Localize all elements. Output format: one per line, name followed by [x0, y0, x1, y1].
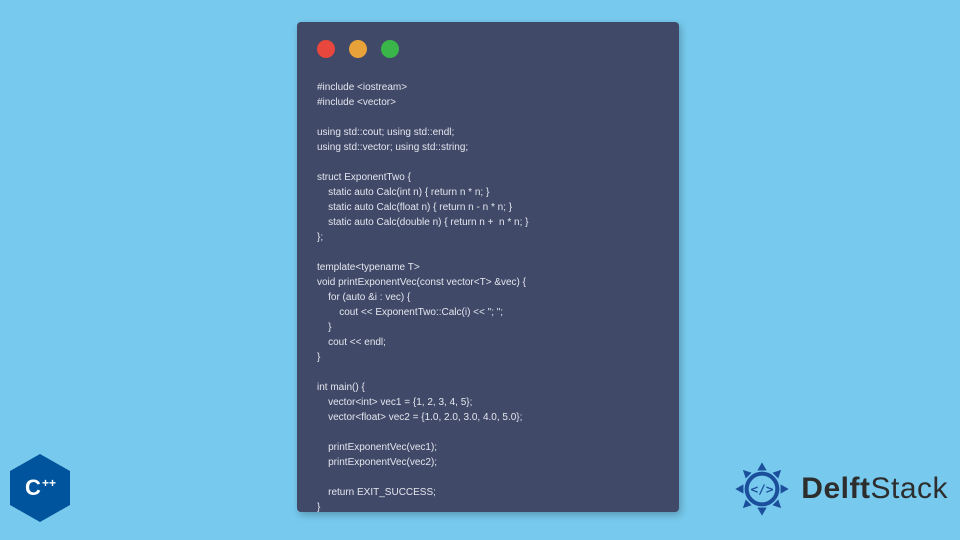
- delftstack-logo: </> DelftStack: [733, 460, 948, 518]
- cpp-plus: ++: [42, 476, 56, 490]
- cpp-hexagon-icon: C++: [10, 454, 70, 522]
- maximize-icon[interactable]: [381, 40, 399, 58]
- stack-word: Stack: [870, 472, 948, 505]
- minimize-icon[interactable]: [349, 40, 367, 58]
- delftstack-text: DelftStack: [801, 472, 948, 506]
- code-window: #include <iostream> #include <vector> us…: [297, 22, 679, 512]
- delft-word: Delft: [801, 472, 870, 505]
- window-controls: [317, 40, 399, 58]
- gear-icon: </>: [733, 460, 791, 518]
- cpp-logo: C++: [10, 454, 70, 522]
- code-block: #include <iostream> #include <vector> us…: [317, 80, 663, 515]
- svg-text:</>: </>: [751, 483, 774, 498]
- close-icon[interactable]: [317, 40, 335, 58]
- cpp-letter: C: [25, 475, 41, 501]
